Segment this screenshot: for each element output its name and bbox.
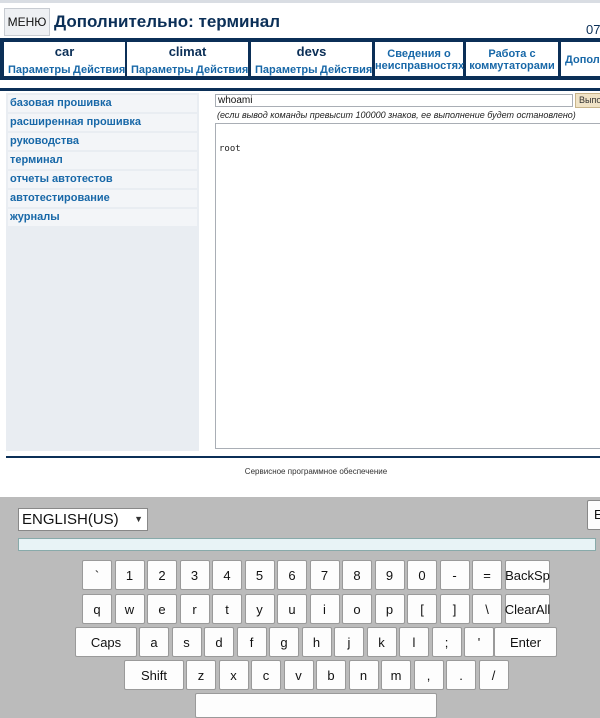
key[interactable]: Enter [494, 627, 557, 657]
key[interactable]: / [478, 660, 509, 690]
command-input[interactable] [215, 94, 573, 107]
key[interactable]: . [446, 660, 476, 690]
language-value: ENGLISH(US) [22, 511, 119, 528]
key[interactable]: t [212, 594, 242, 624]
sidebar: базовая прошивка расширенная прошивка ру… [6, 93, 199, 451]
sidebar-item-terminal[interactable]: терминал [8, 152, 197, 169]
key[interactable]: ` [82, 560, 112, 590]
keyboard-input[interactable] [18, 538, 596, 551]
key[interactable]: k [366, 627, 397, 657]
sidebar-item-base-firmware[interactable]: базовая прошивка [8, 95, 197, 112]
run-button[interactable]: Выполнить [575, 93, 600, 108]
key[interactable]: f [236, 627, 267, 657]
nav-link-label: Работа с коммутаторами [469, 48, 555, 72]
output-limit-note: (если вывод команды превысит 100000 знак… [217, 110, 576, 120]
menu-button[interactable]: МЕНЮ [4, 8, 50, 36]
key[interactable]: r [179, 594, 210, 624]
sidebar-item-manuals[interactable]: руководства [8, 133, 197, 150]
key[interactable]: \ [472, 594, 502, 624]
key[interactable]: 1 [114, 560, 145, 590]
key[interactable]: a [139, 627, 169, 657]
page-title: Дополнительно: терминал [54, 12, 281, 31]
key[interactable]: ] [439, 594, 470, 624]
key[interactable]: p [374, 594, 405, 624]
key[interactable]: n [348, 660, 379, 690]
sidebar-item-autotest-reports[interactable]: отчеты автотестов [8, 171, 197, 188]
nav-group-title: car [54, 44, 75, 59]
nav-extra-link[interactable]: Допол [561, 42, 600, 76]
key[interactable]: 0 [407, 560, 437, 590]
top-border [0, 0, 600, 3]
key[interactable]: i [309, 594, 340, 624]
key[interactable]: g [269, 627, 299, 657]
nav-group-climat: climat Параметры Действия [127, 42, 248, 76]
key[interactable]: x [218, 660, 249, 690]
language-select[interactable]: ENGLISH(US) ▼ [18, 508, 148, 531]
nav-group-devs: devs Параметры Действия [251, 42, 372, 76]
key[interactable]: 6 [277, 560, 307, 590]
keyboard-side-key[interactable]: E [587, 500, 600, 530]
sidebar-item-extended-firmware[interactable]: расширенная прошивка [8, 114, 197, 131]
key[interactable]: w [114, 594, 145, 624]
key[interactable]: Shift [124, 660, 184, 690]
nav-car-params-link[interactable]: Параметры [8, 64, 70, 76]
space-key[interactable] [195, 693, 437, 718]
nav-divider [0, 88, 600, 91]
nav-climat-actions-link[interactable]: Действия [196, 64, 248, 76]
key[interactable]: = [472, 560, 502, 590]
key[interactable]: 7 [309, 560, 340, 590]
key[interactable]: b [316, 660, 346, 690]
output-text: root [219, 144, 241, 154]
sidebar-item-logs[interactable]: журналы [8, 209, 197, 226]
key[interactable]: s [171, 627, 202, 657]
key[interactable]: ; [431, 627, 462, 657]
key[interactable]: y [244, 594, 275, 624]
key[interactable]: [ [407, 594, 437, 624]
caret-down-icon: ▼ [134, 514, 143, 524]
key[interactable]: j [334, 627, 364, 657]
key[interactable]: Caps [75, 627, 137, 657]
key[interactable]: e [147, 594, 177, 624]
key[interactable]: 4 [212, 560, 242, 590]
nav-switches-link[interactable]: Работа с коммутаторами [466, 42, 558, 76]
key[interactable]: v [283, 660, 314, 690]
nav-faults-link[interactable]: Сведения о неисправностях [375, 42, 465, 76]
key[interactable]: 2 [147, 560, 177, 590]
key[interactable]: , [413, 660, 444, 690]
nav-group-car: car Параметры Действия [4, 42, 125, 76]
nav-link-label: Сведения о неисправностях [375, 48, 465, 72]
key[interactable]: l [399, 627, 429, 657]
key[interactable]: - [439, 560, 470, 590]
terminal-output[interactable]: root [215, 123, 600, 449]
nav-link-label: Допол [565, 54, 600, 66]
key[interactable]: 5 [244, 560, 275, 590]
key[interactable]: ClearAll [505, 594, 550, 624]
key[interactable]: u [277, 594, 307, 624]
key[interactable]: h [301, 627, 332, 657]
key[interactable]: 3 [179, 560, 210, 590]
key[interactable]: m [381, 660, 411, 690]
key[interactable]: 9 [374, 560, 405, 590]
sidebar-item-autotesting[interactable]: автотестирование [8, 190, 197, 207]
nav-devs-actions-link[interactable]: Действия [320, 64, 372, 76]
nav-devs-params-link[interactable]: Параметры [255, 64, 317, 76]
footer-divider [6, 456, 600, 458]
key[interactable]: z [186, 660, 216, 690]
nav-car-actions-link[interactable]: Действия [73, 64, 125, 76]
key[interactable]: 8 [342, 560, 372, 590]
key[interactable]: o [342, 594, 372, 624]
clock: 07 [586, 22, 600, 37]
key[interactable]: c [251, 660, 281, 690]
key[interactable]: ' [464, 627, 494, 657]
nav-group-title: devs [296, 44, 327, 59]
nav-group-title: climat [168, 44, 207, 59]
nav-climat-params-link[interactable]: Параметры [131, 64, 193, 76]
key[interactable]: q [82, 594, 112, 624]
key[interactable]: d [204, 627, 234, 657]
key[interactable]: BackSp [505, 560, 550, 590]
footer-text: Сервисное программное обеспечение [244, 467, 388, 476]
